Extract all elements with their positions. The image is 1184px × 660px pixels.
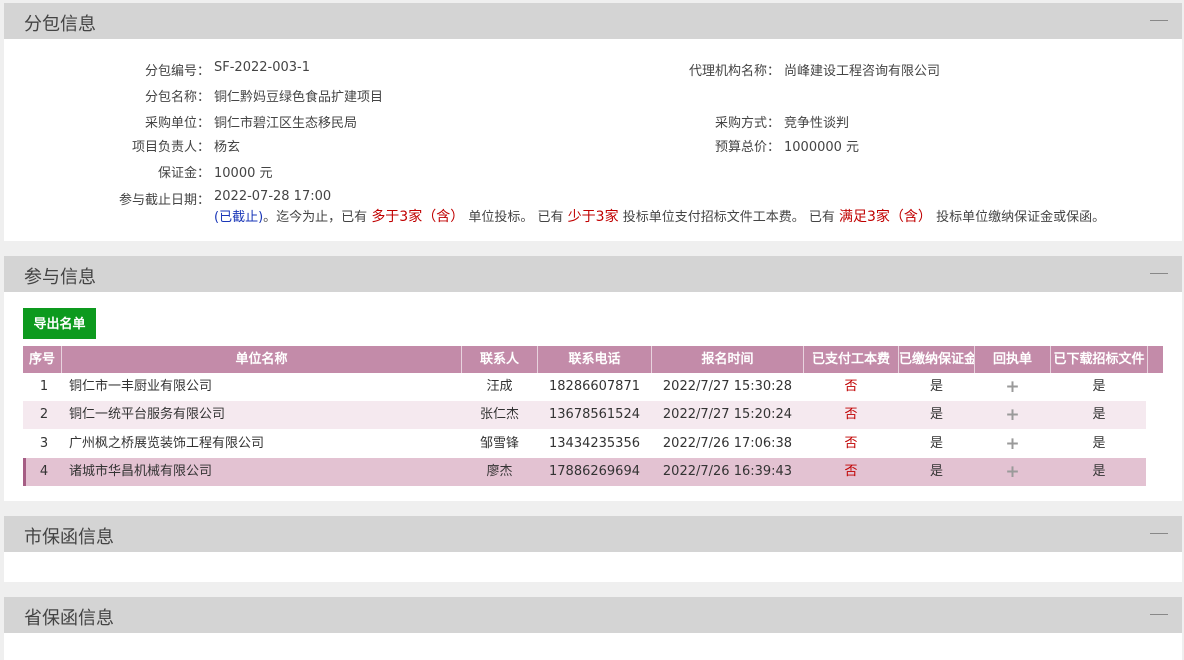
col-header-fee[interactable]: 已支付工本费 [804, 346, 899, 373]
city-guarantee-panel-title: 市保函信息 [24, 527, 114, 548]
code-value: SF-2022-003-1 [214, 60, 310, 75]
note-highlight-1: 多于3家（含） [371, 209, 465, 225]
code-label: 分包编号： [144, 64, 210, 79]
row-no: 1 [39, 379, 49, 394]
receipt-add-icon[interactable]: + [975, 401, 1050, 429]
col-header-deposit[interactable]: 已缴纳保证金 [899, 346, 975, 373]
row-downloaded: 是 [1092, 464, 1106, 479]
row-downloaded: 是 [1092, 379, 1106, 394]
row-contact: 汪成 [486, 379, 513, 394]
export-list-button[interactable]: 导出名单 [23, 308, 96, 339]
col-header-download[interactable]: 已下载招标文件 [1051, 346, 1148, 373]
city-guarantee-panel: 市保函信息 [4, 516, 1182, 582]
note-text-1: 。迄今为止，已有 [263, 210, 368, 225]
closed-status: (已截止) [214, 210, 264, 225]
budget-value: 1000000 元 [784, 140, 860, 155]
row-company: 铜仁市一丰厨业有限公司 [69, 379, 213, 394]
col-header-no[interactable]: 序号 [23, 346, 62, 373]
row-time: 2022/7/27 15:30:28 [662, 379, 793, 394]
row-time: 2022/7/26 17:06:38 [662, 436, 793, 451]
row-fee-paid: 否 [844, 436, 858, 451]
purchaser-label: 采购单位： [144, 116, 210, 131]
row-phone: 13678561524 [549, 407, 640, 422]
manager-label: 项目负责人： [131, 140, 210, 155]
collapse-icon[interactable] [1150, 20, 1168, 21]
collapse-icon[interactable] [1150, 533, 1168, 534]
row-deposit-paid: 是 [929, 464, 943, 479]
subpackage-panel-header: 分包信息 [4, 3, 1182, 39]
row-deposit-paid: 是 [929, 379, 943, 394]
collapse-icon[interactable] [1150, 273, 1168, 274]
province-guarantee-panel-header: 省保函信息 [4, 597, 1182, 633]
row-fee-paid: 否 [844, 464, 858, 479]
col-header-phone[interactable]: 联系电话 [538, 346, 652, 373]
province-guarantee-panel: 省保函信息 [4, 597, 1182, 660]
row-downloaded: 是 [1092, 407, 1106, 422]
receipt-add-icon[interactable]: + [975, 458, 1050, 486]
table-row[interactable]: 2 铜仁一统平台服务有限公司 张仁杰 13678561524 2022/7/27… [23, 401, 1146, 429]
row-deposit-paid: 是 [929, 407, 943, 422]
manager-value: 杨玄 [214, 140, 241, 155]
row-contact: 张仁杰 [479, 407, 519, 422]
col-header-time[interactable]: 报名时间 [652, 346, 804, 373]
row-deposit-paid: 是 [929, 436, 943, 451]
row-downloaded: 是 [1092, 436, 1106, 451]
row-phone: 13434235356 [549, 436, 640, 451]
subpackage-panel-title: 分包信息 [24, 14, 96, 35]
budget-label: 预算总价： [714, 140, 780, 155]
province-guarantee-panel-title: 省保函信息 [24, 608, 114, 629]
row-phone: 17886269694 [549, 464, 640, 479]
note-text-3: 投标单位支付招标文件工本费。 已有 [622, 210, 835, 225]
agency-value: 尚峰建设工程咨询有限公司 [784, 64, 941, 79]
name-label: 分包名称： [144, 90, 210, 105]
bid-status-note: (已截止)。迄今为止，已有 多于3家（含） 单位投标。 已有 少于3家 投标单位… [214, 206, 1105, 226]
participation-panel-title: 参与信息 [24, 267, 96, 288]
row-time: 2022/7/26 16:39:43 [662, 464, 793, 479]
participation-panel-header: 参与信息 [4, 256, 1182, 292]
row-fee-paid: 否 [844, 379, 858, 394]
collapse-icon[interactable] [1150, 614, 1168, 615]
deposit-value: 10000 元 [214, 166, 273, 181]
method-value: 竞争性谈判 [784, 116, 850, 131]
table-header: 序号 单位名称 联系人 联系电话 报名时间 已支付工本费 已缴纳保证金 回执单 … [23, 346, 1163, 373]
deadline-label: 参与截止日期： [118, 193, 210, 208]
row-company: 诸城市华昌机械有限公司 [69, 464, 213, 479]
subpackage-panel: 分包信息 分包编号： SF-2022-003-1 代理机构名称： 尚峰建设工程咨… [4, 3, 1182, 241]
receipt-add-icon[interactable]: + [975, 430, 1050, 458]
row-fee-paid: 否 [844, 407, 858, 422]
row-time: 2022/7/27 15:20:24 [662, 407, 793, 422]
table-row-selected[interactable]: 4 诸城市华昌机械有限公司 廖杰 17886269694 2022/7/26 1… [23, 458, 1146, 486]
row-no: 4 [39, 464, 49, 479]
receipt-add-icon[interactable]: + [975, 373, 1050, 401]
row-company: 广州枫之桥展览装饰工程有限公司 [69, 436, 265, 451]
agency-label: 代理机构名称： [688, 64, 780, 79]
city-guarantee-panel-header: 市保函信息 [4, 516, 1182, 552]
table-row[interactable]: 3 广州枫之桥展览装饰工程有限公司 邹雪锋 13434235356 2022/7… [23, 430, 1146, 458]
purchaser-value: 铜仁市碧江区生态移民局 [214, 116, 358, 131]
method-label: 采购方式： [714, 116, 780, 131]
note-text-4: 投标单位缴纳保证金或保函。 [936, 210, 1106, 225]
row-company: 铜仁一统平台服务有限公司 [69, 407, 226, 422]
row-no: 3 [39, 436, 49, 451]
deposit-label: 保证金： [157, 166, 210, 181]
table-row[interactable]: 1 铜仁市一丰厨业有限公司 汪成 18286607871 2022/7/27 1… [23, 373, 1146, 401]
col-header-receipt[interactable]: 回执单 [975, 346, 1051, 373]
deadline-value: 2022-07-28 17:00 [214, 189, 332, 204]
row-contact: 邹雪锋 [479, 436, 519, 451]
name-value: 铜仁黔妈豆绿色食品扩建项目 [214, 90, 384, 105]
row-contact: 廖杰 [486, 464, 513, 479]
col-header-company[interactable]: 单位名称 [62, 346, 462, 373]
note-highlight-2: 少于3家 [567, 209, 619, 225]
note-text-2: 单位投标。 已有 [468, 210, 564, 225]
row-no: 2 [39, 407, 49, 422]
col-header-contact[interactable]: 联系人 [462, 346, 538, 373]
row-phone: 18286607871 [549, 379, 640, 394]
note-highlight-3: 满足3家（含） [839, 209, 932, 225]
participation-panel: 参与信息 导出名单 序号 单位名称 联系人 联系电话 报名时间 已支付工本费 已… [4, 256, 1182, 501]
